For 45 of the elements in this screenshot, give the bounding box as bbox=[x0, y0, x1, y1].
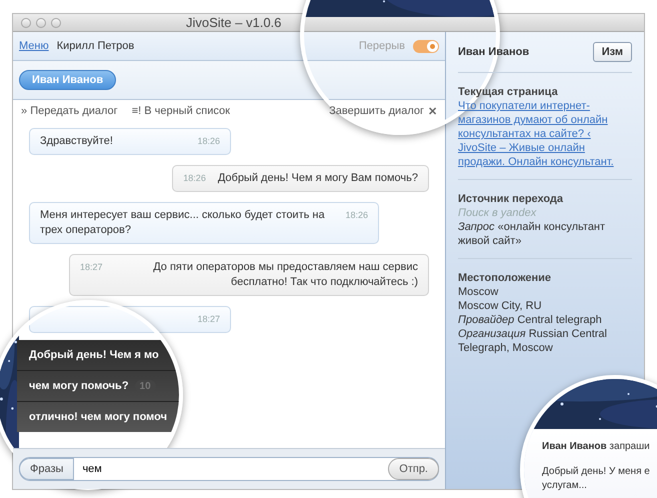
notification-text: Добрый день! У меня е bbox=[542, 465, 650, 479]
window-minimize-button[interactable] bbox=[36, 18, 46, 28]
window-close-button[interactable] bbox=[21, 18, 31, 28]
message-time: 18:27 bbox=[197, 313, 220, 326]
toolbar-action[interactable]: » Передать диалог bbox=[21, 105, 118, 117]
section-heading: Источник перехода bbox=[458, 192, 564, 206]
send-button[interactable]: Отпр. bbox=[388, 458, 439, 480]
window-title: JivoSite – v1.0.6 bbox=[186, 15, 282, 30]
break-label: Перерыв bbox=[358, 40, 405, 52]
message-input[interactable]: чем bbox=[74, 460, 388, 478]
phrase-text: Добрый день! Чем я мо bbox=[29, 349, 159, 361]
notification-text: услугам... bbox=[542, 479, 588, 493]
phrase-text: чем могу помочь? bbox=[29, 380, 129, 392]
edit-button[interactable]: Изм bbox=[592, 42, 632, 62]
toolbar-action[interactable]: ≡! В черный список bbox=[132, 105, 230, 117]
operator-name: Кирилл Петров bbox=[56, 40, 134, 52]
message-time: 18:26 bbox=[183, 172, 206, 185]
input-bar[interactable]: Фразы чем Отпр. bbox=[19, 457, 439, 481]
break-toggle[interactable] bbox=[413, 40, 439, 52]
message-time: 18:26 bbox=[197, 135, 220, 148]
info-note: Поиск в yandex bbox=[458, 206, 538, 220]
message-time: 18:27 bbox=[80, 261, 103, 274]
close-icon[interactable]: ✕ bbox=[428, 104, 437, 118]
message-text: Добрый день! Чем я могу Вам помочь? bbox=[218, 171, 418, 186]
info-line: Moscow City, RU bbox=[458, 299, 543, 313]
info-line: Moscow bbox=[458, 285, 500, 299]
message-text: Здравствуйте! bbox=[40, 134, 113, 149]
section-heading: Местоположение bbox=[458, 271, 552, 285]
window-zoom-button[interactable] bbox=[51, 18, 61, 28]
phrase-item[interactable]: отлично! чем могу помоч bbox=[17, 402, 179, 432]
phrase-text: отлично! чем могу помоч bbox=[29, 411, 167, 423]
message-text: Меня интересует ваш сервис... сколько будет стоить на трех операторов? bbox=[40, 208, 326, 238]
section-heading: Текущая страница bbox=[458, 85, 559, 99]
phrase-item[interactable]: Добрый день! Чем я мо bbox=[17, 340, 179, 371]
page-link[interactable]: Что покупатели интернет-магазинов думают об онлайн консультантах на сайте? ‹ JivoSite – Живые онлайн продажи. Онлайн консультант. bbox=[458, 99, 632, 169]
end-dialog-link[interactable]: Завершить диалог bbox=[329, 105, 424, 117]
phrases-button[interactable]: Фразы bbox=[19, 458, 74, 480]
info-line: Организация Russian Central Telegraph, Moscow bbox=[458, 327, 608, 355]
notification-title: Иван Иванов запраши bbox=[542, 441, 650, 452]
message-text: До пяти операторов мы предоставляем наш сервис бесплатно! Так что подключайтесь :) bbox=[152, 260, 418, 290]
menu-link[interactable]: Меню bbox=[19, 40, 49, 52]
info-line: Провайдер Central telegraph bbox=[458, 313, 603, 327]
info-line: Запрос «онлайн консультант живой сайт» bbox=[458, 220, 606, 248]
visitor-name: Иван Иванов bbox=[458, 46, 530, 58]
message-time: 18:26 bbox=[345, 209, 368, 222]
